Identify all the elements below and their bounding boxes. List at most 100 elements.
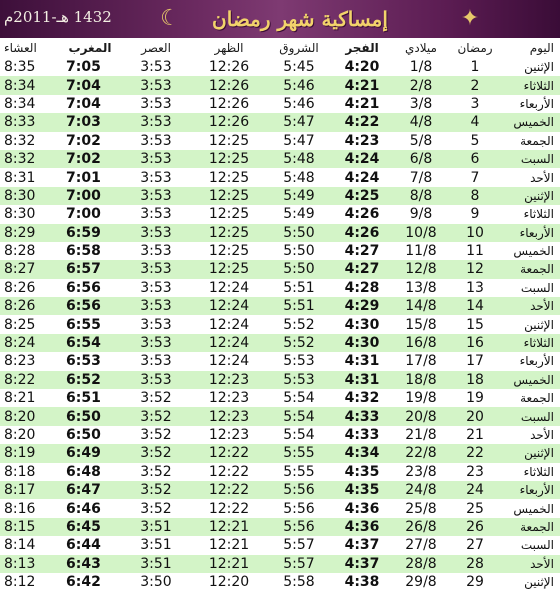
date-cell: 28/8 [392, 554, 450, 573]
table-body: 8:35 7:05 3:53 12:26 5:45 4:20 1/8 1 الإثنين 8:34… [0, 58, 560, 592]
dhuhr-cell: 12:25 [192, 186, 266, 206]
isha-cell: 8:30 [0, 205, 60, 224]
sunrise-cell: 5:52 [266, 315, 332, 334]
weekday-cell: السبت [500, 278, 560, 298]
asr-cell: 3:52 [120, 480, 192, 500]
maghrib-cell: 7:02 [60, 131, 120, 150]
fajr-cell: 4:29 [332, 297, 392, 316]
isha-cell: 8:24 [0, 333, 60, 353]
isha-cell: 8:32 [0, 149, 60, 169]
asr-cell: 3:53 [120, 315, 192, 334]
fajr-cell: 4:30 [332, 333, 392, 353]
dhuhr-cell: 12:24 [192, 333, 266, 353]
maghrib-cell: 6:54 [60, 333, 120, 353]
asr-cell: 3:50 [120, 572, 192, 592]
sunrise-cell: 5:52 [266, 333, 332, 353]
asr-cell: 3:53 [120, 370, 192, 390]
table-row: 8:33 7:03 3:53 12:26 5:47 4:22 4/8 4 الخميس [0, 113, 560, 132]
maghrib-cell: 6:43 [60, 554, 120, 573]
dhuhr-cell: 12:23 [192, 407, 266, 426]
ramadan-day-cell: 8 [450, 186, 500, 206]
dhuhr-cell: 12:25 [192, 205, 266, 224]
fajr-cell: 4:24 [332, 168, 392, 187]
ramadan-day-cell: 20 [450, 407, 500, 426]
sunrise-cell: 5:48 [266, 149, 332, 169]
maghrib-cell: 6:59 [60, 223, 120, 242]
date-cell: 21/8 [392, 425, 450, 445]
dhuhr-cell: 12:25 [192, 131, 266, 150]
asr-cell: 3:53 [120, 278, 192, 298]
asr-cell: 3:53 [120, 223, 192, 242]
date-cell: 24/8 [392, 480, 450, 500]
isha-cell: 8:33 [0, 113, 60, 132]
year-label: 1432 هـ-2011م [4, 8, 112, 26]
table-row: 8:32 7:02 3:53 12:25 5:48 4:24 6/8 6 السبت [0, 149, 560, 169]
date-cell: 1/8 [392, 58, 450, 77]
table-row: 8:13 6:43 3:51 12:21 5:57 4:37 28/8 28 الأحد [0, 554, 560, 573]
dhuhr-cell: 12:22 [192, 444, 266, 463]
sunrise-cell: 5:49 [266, 205, 332, 224]
fajr-cell: 4:37 [332, 536, 392, 555]
table-row: 8:26 6:56 3:53 12:24 5:51 4:29 14/8 14 الأحد [0, 297, 560, 316]
sunrise-cell: 5:47 [266, 113, 332, 132]
weekday-cell: الثلاثاء [500, 333, 560, 353]
dhuhr-cell: 12:21 [192, 517, 266, 537]
isha-cell: 8:12 [0, 572, 60, 592]
maghrib-cell: 7:01 [60, 168, 120, 187]
isha-cell: 8:32 [0, 131, 60, 150]
table-row: 8:28 6:58 3:53 12:25 5:50 4:27 11/8 11 الخميس [0, 241, 560, 261]
maghrib-cell: 6:46 [60, 499, 120, 518]
weekday-cell: الجمعة [500, 131, 560, 150]
weekday-cell: الثلاثاء [500, 462, 560, 481]
sunrise-cell: 5:46 [266, 94, 332, 114]
date-cell: 20/8 [392, 407, 450, 426]
sunrise-cell: 5:53 [266, 370, 332, 390]
maghrib-cell: 6:45 [60, 517, 120, 537]
isha-cell: 8:15 [0, 517, 60, 537]
col-isha: العشاء [0, 38, 60, 58]
fajr-cell: 4:36 [332, 517, 392, 537]
weekday-cell: الأربعاء [500, 223, 560, 242]
weekday-cell: السبت [500, 407, 560, 426]
col-fajr: الفجر [332, 38, 392, 58]
ramadan-day-cell: 17 [450, 352, 500, 371]
asr-cell: 3:52 [120, 499, 192, 518]
asr-cell: 3:53 [120, 333, 192, 353]
asr-cell: 3:53 [120, 186, 192, 206]
date-cell: 10/8 [392, 223, 450, 242]
isha-cell: 8:22 [0, 370, 60, 390]
table-row: 8:24 6:54 3:53 12:24 5:52 4:30 16/8 16 الثلاثاء [0, 333, 560, 353]
fajr-cell: 4:26 [332, 205, 392, 224]
asr-cell: 3:52 [120, 407, 192, 426]
asr-cell: 3:53 [120, 260, 192, 279]
sunrise-cell: 5:45 [266, 58, 332, 77]
dhuhr-cell: 12:25 [192, 149, 266, 169]
ornament-icon: ✦ [460, 6, 480, 31]
asr-cell: 3:52 [120, 389, 192, 408]
maghrib-cell: 6:55 [60, 315, 120, 334]
asr-cell: 3:53 [120, 149, 192, 169]
isha-cell: 8:26 [0, 278, 60, 298]
maghrib-cell: 7:04 [60, 76, 120, 95]
table-row: 8:26 6:56 3:53 12:24 5:51 4:28 13/8 13 السبت [0, 278, 560, 298]
weekday-cell: الأربعاء [500, 352, 560, 371]
table-row: 8:30 7:00 3:53 12:25 5:49 4:25 8/8 8 الإثنين [0, 186, 560, 206]
date-cell: 6/8 [392, 149, 450, 169]
ramadan-day-cell: 28 [450, 554, 500, 573]
maghrib-cell: 6:47 [60, 480, 120, 500]
fajr-cell: 4:26 [332, 223, 392, 242]
date-cell: 23/8 [392, 462, 450, 481]
ramadan-day-cell: 21 [450, 425, 500, 445]
fajr-cell: 4:31 [332, 370, 392, 390]
ramadan-day-cell: 7 [450, 168, 500, 187]
weekday-cell: الإثنين [500, 315, 560, 334]
fajr-cell: 4:24 [332, 149, 392, 169]
asr-cell: 3:53 [120, 241, 192, 261]
weekday-cell: الأربعاء [500, 94, 560, 114]
sunrise-cell: 5:47 [266, 131, 332, 150]
asr-cell: 3:51 [120, 536, 192, 555]
asr-cell: 3:53 [120, 205, 192, 224]
table-row: 8:27 6:57 3:53 12:25 5:50 4:27 12/8 12 الجمعة [0, 260, 560, 279]
col-date: ميلادي [392, 38, 450, 58]
weekday-cell: الأحد [500, 425, 560, 445]
